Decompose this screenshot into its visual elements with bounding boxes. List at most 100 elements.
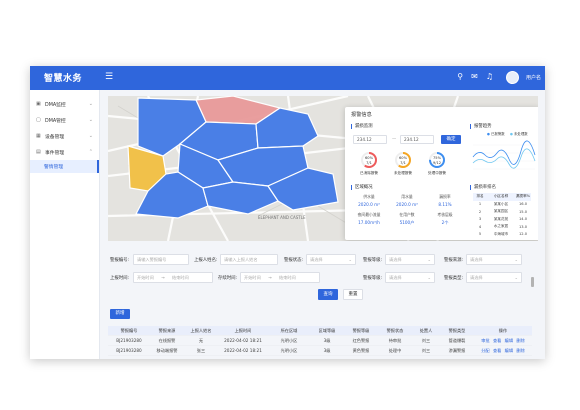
alarm-level-select-2[interactable]: 请选择 ⌄ [385, 272, 435, 283]
reset-button[interactable]: 重置 [343, 289, 363, 300]
row-actions: 审批 查看 编辑 删除 [474, 338, 532, 344]
reporter-input[interactable]: 请输入上报人姓名 [220, 254, 278, 265]
delete-link[interactable]: 删除 [516, 338, 524, 343]
stat-value: 2020.0 m³ [396, 202, 418, 207]
map-view[interactable]: ELEPHANT AND CASTLE 报警信息 漏损监测 234.12 — 2… [108, 96, 538, 241]
edit-link[interactable]: 编辑 [505, 338, 513, 343]
chevron-down-icon: ⌄ [427, 275, 431, 280]
view-link[interactable]: 查看 [493, 348, 501, 353]
stat-label: 供水量 [363, 194, 375, 199]
ring-percent: 60% [399, 156, 407, 160]
table-header: 警报编号 警报来源 上报人姓名 上报时间 所在区域 区域等级 警报等级 警报状态… [108, 326, 532, 336]
ring-sub: 7/1 [400, 161, 406, 165]
filter-label: 存续时间: [218, 276, 238, 281]
ring-label: 已消除报警 [360, 171, 378, 175]
region-overview-title: 区域概况 [351, 185, 373, 190]
legend-reported: ● 已报警数 [487, 132, 505, 136]
trend-title: 报警趋势 [470, 124, 492, 129]
alarm-type-select[interactable]: 请选择 ⌄ [466, 272, 522, 283]
avatar[interactable] [506, 71, 519, 84]
delete-link[interactable]: 删除 [516, 348, 524, 353]
sidebar-item-event[interactable]: ▤ 事件管理 ⌃ [30, 144, 99, 160]
bell-icon[interactable]: ♫ [486, 72, 493, 81]
stat-value: 8.11% [438, 202, 452, 207]
alarm-source-select[interactable]: 请选择 ⌄ [466, 254, 522, 265]
leak-monitor-title: 漏损监测 [351, 124, 373, 129]
rank-row: 1 某某小区 16.0 [478, 201, 527, 207]
stat-label: 用水量 [401, 194, 413, 199]
sidebar-item-label: DMA管控 [45, 118, 66, 124]
stat-value: 2个 [441, 220, 449, 225]
row-actions: 分配 查看 编辑 删除 [474, 348, 532, 354]
date-end-input[interactable]: 234.12 [400, 135, 434, 144]
duration-time-range[interactable]: 开始时间 → 结束时间 [240, 272, 320, 283]
sidebar-item-label: 事件管理 [45, 150, 65, 156]
view-link[interactable]: 查看 [493, 338, 501, 343]
filter-label: 上报人姓名: [194, 258, 218, 263]
rank-row: 5 中海城市 12.0 [478, 231, 527, 237]
filter-label: 警报来源: [444, 258, 464, 263]
alarm-status-select[interactable]: 请选择 ⌄ [306, 254, 356, 265]
panel-title: 报警信息 [351, 112, 372, 118]
event-icon: ▤ [36, 149, 41, 155]
ring-label: 处理中报警 [428, 171, 446, 175]
filter-label: 上报时间: [110, 276, 130, 281]
report-time-range[interactable]: 开始时间 → 结束时间 [133, 272, 213, 283]
date-start-input[interactable]: 234.12 [353, 135, 387, 144]
stat-label: 考核层级 [437, 212, 453, 217]
rank-row: 3 某某花苑 14.0 [478, 216, 527, 222]
search-icon[interactable]: ⚲ [457, 72, 463, 81]
approve-link[interactable]: 审批 [481, 338, 489, 343]
rank-header: 排名 小区名称 漏损率% [473, 193, 531, 201]
query-button[interactable]: 查询 [318, 289, 338, 300]
map-place-label: ELEPHANT AND CASTLE [258, 215, 306, 220]
chevron-up-icon: ⌃ [88, 149, 93, 155]
sidebar-item-device[interactable]: ▦ 设备管理 ⌄ [30, 128, 99, 144]
scrollbar-thumb[interactable] [531, 277, 534, 287]
chevron-down-icon: ⌄ [514, 275, 518, 280]
top-bar: 智慧水务 ☰ ⚲ ✉ ♫ 用户名 [30, 66, 545, 90]
app-window: 智慧水务 ☰ ⚲ ✉ ♫ 用户名 ▣ DMA监控 ⌄ ▢ DMA管控 ⌄ ▦ 设… [30, 66, 545, 359]
stat-label: 漏损率 [439, 194, 451, 199]
sidebar-item-dma-control[interactable]: ▢ DMA管控 ⌄ [30, 112, 99, 128]
legend-unhandled: ● 未处理数 [510, 132, 528, 136]
device-icon: ▦ [36, 133, 41, 139]
assign-link[interactable]: 分配 [481, 348, 489, 353]
confirm-button[interactable]: 确定 [441, 135, 461, 144]
rank-title: 漏损率排名 [470, 185, 496, 190]
sidebar: ▣ DMA监控 ⌄ ▢ DMA管控 ⌄ ▦ 设备管理 ⌄ ▤ 事件管理 ⌃ 警情… [30, 90, 100, 359]
sidebar-item-label: DMA监控 [45, 102, 66, 108]
table-row: BJ21903280 在线报警 无 2022-04-02 18:21 光明小区 … [108, 336, 532, 346]
stat-value: 5100户 [399, 220, 415, 225]
chevron-down-icon: ⌄ [88, 117, 93, 123]
chevron-down-icon: ⌄ [348, 257, 352, 262]
sidebar-item-dma-monitor[interactable]: ▣ DMA监控 ⌄ [30, 96, 99, 112]
table-row: BJ21903280 移动端报警 张三 2022-04-02 18:21 光明小… [108, 346, 532, 356]
app-title: 智慧水务 [44, 74, 83, 84]
alarm-no-input[interactable]: 请输入警报编号 [133, 254, 189, 265]
ring-percent: 75% [433, 156, 441, 160]
ring-sub: 7/1 [366, 161, 372, 165]
sidebar-item-label: 设备管理 [45, 134, 65, 140]
menu-toggle-icon[interactable]: ☰ [105, 71, 113, 83]
chevron-down-icon: ⌄ [427, 257, 431, 262]
sidebar-subitem-alarm[interactable]: 警情管理 [30, 160, 99, 173]
stat-value: 2020.0 m³ [358, 202, 380, 207]
edit-link[interactable]: 编辑 [505, 348, 513, 353]
chevron-down-icon: ⌄ [88, 133, 93, 139]
chevron-down-icon: ⌄ [88, 101, 93, 107]
filter-label: 警报状态: [284, 258, 304, 263]
filter-label: 警报类型: [444, 276, 464, 281]
add-new-button[interactable]: 新增 [110, 309, 130, 319]
main-content: ELEPHANT AND CASTLE 报警信息 漏损监测 234.12 — 2… [100, 90, 545, 359]
user-name[interactable]: 用户名 [526, 74, 541, 81]
monitor-icon: ▣ [36, 101, 41, 107]
filter-label: 警报等级: [363, 276, 383, 281]
message-icon[interactable]: ✉ [471, 72, 478, 81]
date-separator: — [392, 136, 397, 141]
stat-value: 17.00m³/h [358, 220, 380, 225]
filter-label: 警报编号: [110, 258, 130, 263]
alarm-level-select[interactable]: 请选择 ⌄ [385, 254, 435, 265]
alarm-table: 警报编号 警报来源 上报人姓名 上报时间 所在区域 区域等级 警报等级 警报状态… [108, 326, 532, 356]
stat-label: 在用户数 [399, 212, 415, 217]
